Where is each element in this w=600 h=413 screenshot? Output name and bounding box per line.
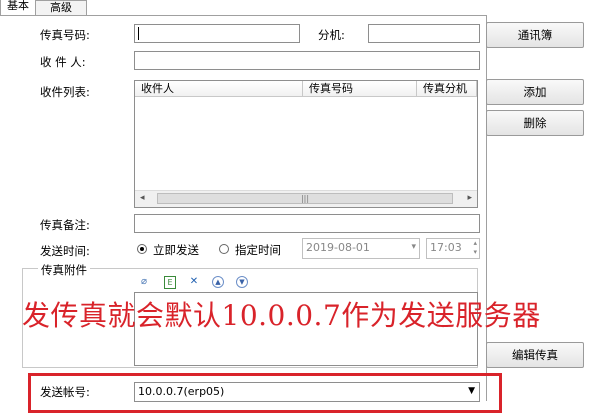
tab-advanced[interactable]: 高级: [35, 0, 87, 15]
scroll-left-icon[interactable]: ◂: [140, 193, 145, 203]
recipient-input[interactable]: [134, 51, 480, 70]
scroll-right-icon[interactable]: ▸: [467, 193, 472, 203]
extension-label: 分机:: [318, 28, 345, 42]
time-value: 17:03: [430, 241, 462, 254]
fax-note-input[interactable]: [134, 214, 480, 233]
time-spinner-icon[interactable]: ▴ ▾: [473, 239, 477, 257]
date-value: 2019-08-01: [306, 241, 370, 254]
chevron-down-icon[interactable]: ▾: [411, 242, 416, 252]
horizontal-scrollbar[interactable]: ◂ ||| ▸: [135, 190, 477, 207]
recipient-list-label: 收件列表:: [40, 85, 90, 99]
extension-input[interactable]: [368, 24, 480, 43]
move-down-icon[interactable]: ▼: [236, 276, 248, 288]
time-picker[interactable]: 17:03 ▴ ▾: [426, 238, 480, 259]
tab-basic[interactable]: 基本: [0, 0, 36, 15]
column-fax-number[interactable]: 传真号码: [303, 81, 417, 97]
fax-number-input[interactable]: [134, 24, 300, 43]
paperclip-icon[interactable]: ⌀: [138, 276, 150, 288]
excel-icon[interactable]: E: [164, 276, 176, 289]
send-now-label[interactable]: 立即发送: [153, 242, 199, 258]
delete-button[interactable]: 删除: [486, 110, 584, 136]
annotation-caption: 发传真就会默认10.0.0.7作为发送服务器: [22, 299, 541, 332]
column-recipient[interactable]: 收件人: [135, 81, 303, 97]
column-fax-extension[interactable]: 传真分机: [417, 81, 477, 97]
send-time-label: 发送时间:: [40, 244, 90, 258]
scrollbar-thumb[interactable]: |||: [157, 193, 453, 204]
fax-note-label: 传真备注:: [40, 218, 90, 232]
send-now-radio[interactable]: [137, 244, 147, 254]
close-icon[interactable]: ✕: [188, 276, 200, 288]
address-book-button[interactable]: 通讯簿: [486, 22, 584, 48]
specified-time-radio[interactable]: [219, 244, 229, 254]
add-button[interactable]: 添加: [486, 79, 584, 105]
fax-number-label: 传真号码:: [40, 28, 90, 42]
date-picker[interactable]: 2019-08-01 ▾: [302, 238, 420, 259]
fax-attachment-label: 传真附件: [38, 262, 90, 278]
edit-fax-button[interactable]: 编辑传真: [486, 342, 584, 368]
recipient-label: 收 件 人:: [40, 55, 86, 69]
move-up-icon[interactable]: ▲: [212, 276, 224, 288]
annotation-highlight-box: [28, 373, 502, 413]
specified-time-label[interactable]: 指定时间: [235, 242, 281, 258]
text-cursor: [138, 27, 139, 40]
recipient-list[interactable]: 收件人 传真号码 传真分机 ◂ ||| ▸: [134, 80, 478, 208]
